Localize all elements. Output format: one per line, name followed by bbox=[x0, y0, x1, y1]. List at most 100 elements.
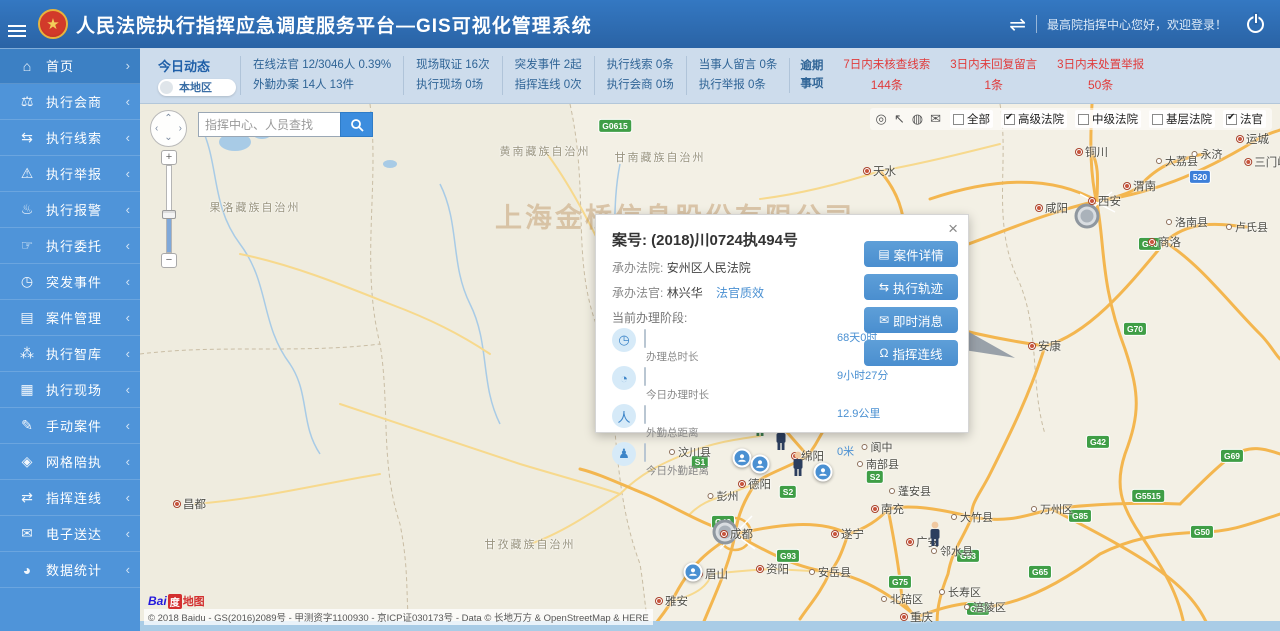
sidebar-item-10[interactable]: ✎ 手动案件 ‹ bbox=[0, 408, 140, 444]
city-dot-icon bbox=[951, 514, 957, 520]
judge-quality-link[interactable]: 法官质效 bbox=[716, 286, 764, 300]
zoom-in-button[interactable]: + bbox=[161, 150, 177, 165]
popup-action-button[interactable]: Ω指挥连线 bbox=[864, 340, 958, 366]
toolbar-icons: ◎ ↖ ◍ ✉ bbox=[876, 111, 942, 127]
chevron-icon: ‹ bbox=[126, 94, 130, 109]
sidebar-item-11[interactable]: ◈ 网格陪执 ‹ bbox=[0, 444, 140, 480]
map-city-label: 甘孜藏族自治州 bbox=[485, 536, 576, 552]
sidebar-item-2[interactable]: ⇆ 执行线索 ‹ bbox=[0, 120, 140, 156]
hamburger-menu-icon[interactable] bbox=[8, 22, 28, 40]
search-button[interactable] bbox=[340, 112, 373, 137]
city-dot-icon bbox=[809, 569, 815, 575]
checkbox-icon[interactable] bbox=[1004, 114, 1015, 125]
road-badge: G5515 bbox=[1131, 489, 1165, 503]
popup-action-button[interactable]: ⇆执行轨迹 bbox=[864, 274, 958, 300]
zoom-handle[interactable] bbox=[162, 210, 176, 219]
map-city-label: 运城 bbox=[1237, 131, 1269, 147]
city-dot-icon bbox=[907, 539, 913, 545]
track-icon: ⇆ bbox=[879, 280, 889, 294]
map-search bbox=[198, 112, 373, 137]
close-icon[interactable]: × bbox=[948, 219, 958, 239]
delivery-icon: ✉ bbox=[16, 525, 38, 542]
clock-icon: ◔ bbox=[612, 366, 636, 390]
overdue-item: 7日内未核查线索144条 bbox=[833, 56, 940, 96]
logout-power-icon[interactable] bbox=[1247, 16, 1264, 33]
cursor-select-icon[interactable]: ↖ bbox=[894, 111, 905, 127]
city-dot-icon bbox=[872, 506, 878, 512]
zoom-out-button[interactable]: − bbox=[161, 253, 177, 268]
map-pan-control[interactable]: ⌃ ⌄ ‹ › bbox=[150, 110, 187, 147]
city-dot-icon bbox=[1245, 159, 1251, 165]
sidebar-item-0[interactable]: ⌂ 首页 › bbox=[0, 48, 140, 84]
progress-bar bbox=[644, 405, 646, 424]
pan-left-icon[interactable]: ‹ bbox=[155, 124, 158, 134]
layer-filter[interactable]: 法官 bbox=[1223, 110, 1266, 128]
pan-right-icon[interactable]: › bbox=[179, 124, 182, 134]
delegate-icon: ☞ bbox=[16, 237, 38, 254]
city-dot-icon bbox=[1124, 183, 1130, 189]
user-greeting: 最高院指挥中心您好，欢迎登录！ bbox=[1047, 16, 1227, 33]
sidebar-item-3[interactable]: ⚠ 执行举报 ‹ bbox=[0, 156, 140, 192]
zoom-track[interactable] bbox=[166, 165, 172, 253]
map-city-label: 重庆 bbox=[901, 609, 933, 625]
checkbox-icon[interactable] bbox=[1078, 114, 1089, 125]
sidebar-item-4[interactable]: ♨ 执行报警 ‹ bbox=[0, 192, 140, 228]
message-bubble-icon[interactable]: ✉ bbox=[930, 111, 941, 127]
map-city-label: 大竹县 bbox=[951, 509, 993, 525]
sidebar-item-6[interactable]: ◷ 突发事件 ‹ bbox=[0, 264, 140, 300]
sidebar-item-5[interactable]: ☞ 执行委托 ‹ bbox=[0, 228, 140, 264]
sidebar-item-8[interactable]: ⁂ 执行智库 ‹ bbox=[0, 336, 140, 372]
shield-clock-icon: ◷ bbox=[612, 328, 636, 352]
popup-action-button[interactable]: ▤案件详情 bbox=[864, 241, 958, 267]
stats-icon: ◕ bbox=[16, 562, 38, 578]
layer-filter[interactable]: 全部 bbox=[950, 110, 993, 128]
chevron-icon: ‹ bbox=[126, 418, 130, 433]
overdue-item: 3日内未回复留言1条 bbox=[940, 56, 1047, 96]
sidebar-item-9[interactable]: ▦ 执行现场 ‹ bbox=[0, 372, 140, 408]
sidebar-item-12[interactable]: ⇄ 指挥连线 ‹ bbox=[0, 480, 140, 516]
cluster-icon[interactable]: ◍ bbox=[912, 111, 923, 127]
checkbox-icon[interactable] bbox=[953, 114, 964, 125]
layer-filter[interactable]: 基层法院 bbox=[1149, 110, 1215, 128]
popup-action-button[interactable]: ✉即时消息 bbox=[864, 307, 958, 333]
chevron-icon: ‹ bbox=[126, 274, 130, 289]
road-badge: G75 bbox=[888, 575, 912, 589]
road-badge: 520 bbox=[1189, 170, 1211, 184]
city-dot-icon bbox=[864, 168, 870, 174]
stat-column: 突发事件 2起指挥连线 0次 bbox=[502, 56, 594, 95]
layer-filter[interactable]: 中级法院 bbox=[1075, 110, 1141, 128]
popup-actions: ▤案件详情 ⇆执行轨迹 ✉即时消息 Ω指挥连线 bbox=[864, 241, 958, 366]
metric-row: ♟ 今日外勤距离 0米 bbox=[612, 444, 952, 480]
map-container[interactable]: 黄南藏族自治州 甘南藏族自治州 果洛藏族自治州 甘孜藏族自治州 天水 汉中 安康… bbox=[140, 104, 1280, 631]
locate-icon[interactable]: ◎ bbox=[876, 111, 887, 127]
pan-down-icon[interactable]: ⌄ bbox=[164, 133, 172, 143]
thinktank-icon: ⁂ bbox=[16, 345, 38, 362]
overdue-list: 7日内未核查线索144条 3日内未回复留言1条 3日内未处置举报50条 bbox=[833, 56, 1154, 96]
search-input[interactable] bbox=[198, 112, 340, 137]
city-dot-icon bbox=[1149, 239, 1155, 245]
city-dot-icon bbox=[721, 531, 727, 537]
overdue-item: 3日内未处置举报50条 bbox=[1047, 56, 1154, 96]
app-root: ★ 人民法院执行指挥应急调度服务平台—GIS可视化管理系统 ⇌ 最高院指挥中心您… bbox=[0, 0, 1280, 631]
grid-icon: ◈ bbox=[16, 453, 38, 470]
switch-icon[interactable]: ⇌ bbox=[1009, 12, 1026, 37]
overdue-label: 逾期 事项 bbox=[789, 58, 833, 93]
road-badge: S2 bbox=[779, 485, 797, 499]
judge-person-marker[interactable] bbox=[927, 521, 943, 552]
judge-circle-marker[interactable] bbox=[684, 563, 703, 582]
region-toggle[interactable]: 本地区 bbox=[158, 79, 236, 96]
layer-filter[interactable]: 高级法院 bbox=[1001, 110, 1067, 128]
checkbox-icon[interactable] bbox=[1226, 114, 1237, 125]
checkbox-icon[interactable] bbox=[1152, 114, 1163, 125]
sidebar-item-7[interactable]: ▤ 案件管理 ‹ bbox=[0, 300, 140, 336]
pan-up-icon[interactable]: ⌃ bbox=[164, 114, 172, 124]
toggle-knob bbox=[160, 81, 173, 94]
chevron-icon: ‹ bbox=[126, 130, 130, 145]
stat-column: 执行线索 0条执行会商 0场 bbox=[594, 56, 686, 95]
header-right: ⇌ 最高院指挥中心您好，欢迎登录！ bbox=[1009, 12, 1280, 37]
consult-icon: ⚖ bbox=[16, 93, 38, 110]
sidebar-item-14[interactable]: ◕ 数据统计 ‹ bbox=[0, 552, 140, 588]
sidebar-item-1[interactable]: ⚖ 执行会商 ‹ bbox=[0, 84, 140, 120]
map-city-label: 北碚区 bbox=[881, 591, 923, 607]
sidebar-item-13[interactable]: ✉ 电子送达 ‹ bbox=[0, 516, 140, 552]
